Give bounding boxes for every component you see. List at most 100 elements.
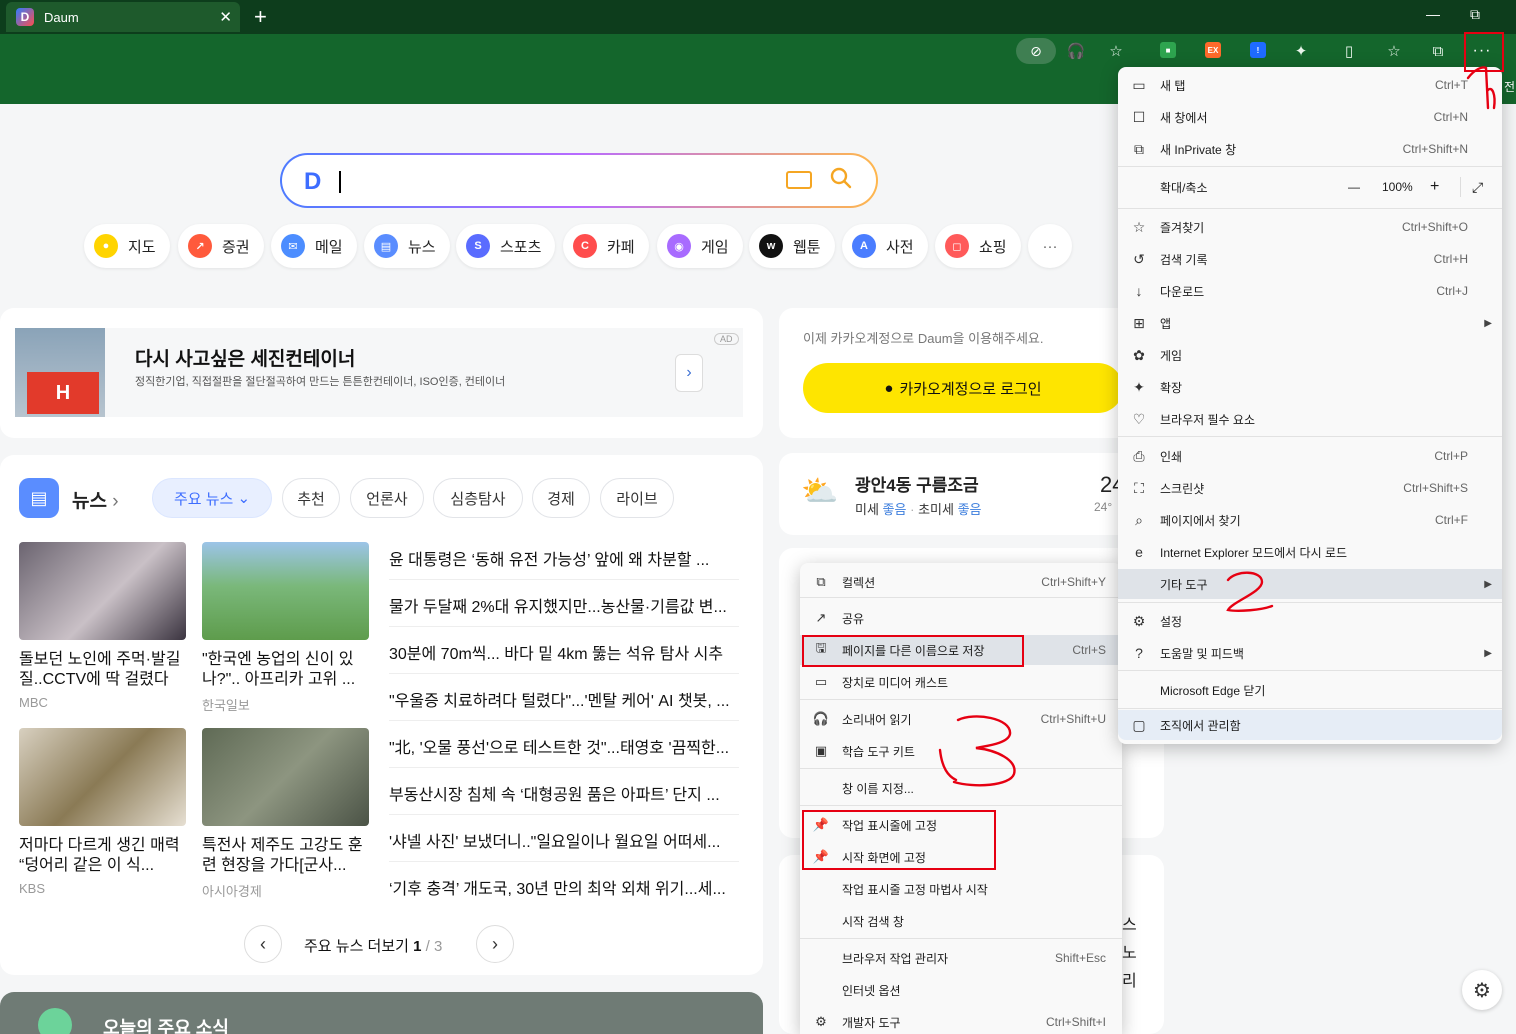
more-services-icon[interactable]: ···	[1028, 224, 1072, 268]
news-prev-button[interactable]: ‹	[244, 925, 282, 963]
tab-live[interactable]: 라이브	[600, 478, 674, 518]
tab-recommend[interactable]: 추천	[282, 478, 340, 518]
menu-item2-4[interactable]: ✿ 게임	[1118, 340, 1502, 370]
collections-icon[interactable]: ⧉	[1427, 40, 1449, 62]
menu-item3-1[interactable]: ⛶ 스크린샷 Ctrl+Shift+S	[1118, 473, 1502, 503]
today-banner[interactable]: 오늘의 주요 소식	[0, 992, 763, 1034]
submenu-item-12[interactable]: 인터넷 옵션	[800, 975, 1122, 1005]
submenu-item-0[interactable]: ⧉ 컬렉션 Ctrl+Shift+Y	[800, 567, 1122, 597]
news-thumb-1[interactable]	[19, 542, 186, 640]
submenu-item-11[interactable]: 브라우저 작업 관리자 Shift+Esc	[800, 943, 1122, 973]
headline-item[interactable]: ‘기후 충격’ 개도국, 30년 만의 최악 외채 위기...세...	[389, 875, 739, 899]
submenu-item-9[interactable]: 작업 표시줄 고정 마법사 시작	[800, 874, 1122, 904]
news-thumb-title-4[interactable]: 특전사 제주도 고강도 훈련 현장을 가다[군사...	[202, 836, 372, 876]
kakao-login-button[interactable]: ● 카카오계정으로 로그인	[803, 363, 1123, 413]
ad-next-icon[interactable]: ›	[675, 354, 703, 392]
extension-3-icon[interactable]: !	[1250, 42, 1266, 58]
split-screen-icon[interactable]: ▯	[1338, 40, 1360, 62]
full-screen-icon[interactable]: ⤢	[1472, 179, 1483, 196]
news-thumb-title-3[interactable]: 저마다 다르게 생긴 매력 “덩어리 같은 이 식...	[19, 836, 189, 876]
managed-by-org-item[interactable]: ▢ 조직에서 관리함	[1118, 710, 1502, 740]
page-settings-gear-icon[interactable]: ⚙	[1462, 970, 1502, 1010]
menu-item-1[interactable]: ☐ 새 창에서 Ctrl+N	[1118, 102, 1502, 132]
submenu-item-10[interactable]: 시작 검색 창	[800, 906, 1122, 936]
more-tools-menu-item[interactable]: 기타 도구 ▶	[1118, 569, 1502, 599]
news-thumb-3[interactable]	[19, 728, 186, 826]
submenu-item-1[interactable]: ↗ 공유	[800, 603, 1122, 633]
extension-1-icon[interactable]: ■	[1160, 42, 1176, 58]
extension-2-icon[interactable]: EX	[1205, 42, 1221, 58]
service-6[interactable]: ◉ 게임	[657, 224, 743, 268]
submenu-divider	[800, 699, 1122, 700]
minimize-icon[interactable]: —	[1426, 6, 1440, 22]
news-thumb-2[interactable]	[202, 542, 369, 640]
read-aloud-icon[interactable]: 🎧	[1065, 40, 1087, 62]
menu-divider	[1118, 708, 1502, 709]
menu-item-2[interactable]: ⧉ 새 InPrivate 창 Ctrl+Shift+N	[1118, 134, 1502, 164]
menu-item4-0[interactable]: ⚙ 설정	[1118, 606, 1502, 636]
menu-item2-2[interactable]: ↓ 다운로드 Ctrl+J	[1118, 276, 1502, 306]
service-2[interactable]: ✉ 메일	[271, 224, 357, 268]
menu-item2-1[interactable]: ↺ 검색 기록 Ctrl+H	[1118, 244, 1502, 274]
submenu-icon: ▭	[814, 674, 828, 689]
headline-item[interactable]: 부동산시장 침체 속 ‘대형공원 품은 아파트’ 단지 ...	[389, 781, 739, 805]
headline-item[interactable]: "北, '오물 풍선'으로 테스트한 것"...태영호 '끔찍한...	[389, 734, 739, 758]
tab-main-news[interactable]: 주요 뉴스 ⌄	[152, 478, 272, 518]
headline-item[interactable]: 물가 두달째 2%대 유지했지만...농산물·기름값 변...	[389, 593, 739, 617]
tab-daum[interactable]: D Daum ✕	[6, 2, 240, 32]
news-thumb-title-2[interactable]: "한국엔 농업의 신이 있나?".. 아프리카 고위 ...	[202, 650, 372, 690]
service-1[interactable]: ↗ 증권	[178, 224, 264, 268]
zoom-out-button[interactable]: —	[1348, 180, 1360, 194]
extensions-icon[interactable]: ✦	[1290, 40, 1312, 62]
close-tab-icon[interactable]: ✕	[219, 8, 232, 26]
service-7[interactable]: w 웹툰	[749, 224, 835, 268]
ad-image[interactable]: H	[15, 328, 105, 417]
news-more[interactable]: 주요 뉴스 더보기 1 / 3	[304, 935, 442, 956]
tab-economy[interactable]: 경제	[532, 478, 590, 518]
news-section-title[interactable]: 뉴스 ›	[72, 486, 119, 513]
submenu-item-label: 학습 도구 키트	[842, 744, 915, 759]
search-icon[interactable]	[830, 167, 852, 189]
search-input[interactable]	[339, 171, 341, 193]
menu-item2-5[interactable]: ✦ 확장	[1118, 372, 1502, 402]
news-thumb-title-1[interactable]: 돌보던 노인에 주먹·발길질..CCTV에 딱 걸렸다	[19, 650, 189, 690]
news-thumb-4[interactable]	[202, 728, 369, 826]
favorites-icon[interactable]: ☆	[1383, 40, 1405, 62]
service-8[interactable]: A 사전	[842, 224, 928, 268]
favorite-star-icon[interactable]: ☆	[1105, 40, 1127, 62]
menu-item2-6[interactable]: ♡ 브라우저 필수 요소	[1118, 404, 1502, 434]
menu-item3-3[interactable]: e Internet Explorer 모드에서 다시 로드	[1118, 537, 1502, 567]
weather-location[interactable]: 광안4동 구름조금	[855, 471, 979, 496]
headline-item[interactable]: 윤 대통령은 ‘동해 유전 가능성’ 앞에 왜 차분할 ...	[389, 546, 739, 570]
tab-press[interactable]: 언론사	[350, 478, 424, 518]
service-5[interactable]: C 카페	[563, 224, 649, 268]
submenu-item-13[interactable]: ⚙ 개발자 도구 Ctrl+Shift+I	[800, 1007, 1122, 1034]
menu-icon: ☆	[1132, 218, 1146, 235]
headline-item[interactable]: "우울증 치료하려다 털렸다"...'멘탈 케어' AI 챗봇, ...	[389, 687, 739, 711]
new-tab-button[interactable]: +	[254, 4, 267, 30]
service-4[interactable]: S 스포츠	[456, 224, 556, 268]
submenu-icon: ⧉	[816, 574, 826, 589]
headline-item[interactable]: '샤넬 사진' 보냈더니.."일요일이나 월요일 어떠세...	[389, 828, 739, 852]
tab-deep[interactable]: 심층탐사	[433, 478, 523, 518]
news-next-button[interactable]: ›	[476, 925, 514, 963]
service-0[interactable]: ● 지도	[84, 224, 170, 268]
menu-item4-1[interactable]: ? 도움말 및 피드백 ▶	[1118, 638, 1502, 668]
menu-item-0[interactable]: ▭ 새 탭 Ctrl+T	[1118, 70, 1502, 100]
ad-banner[interactable]: 다시 사고싶은 세진컨테이너 정직한기업, 직접절판을 절단절곡하여 만드는 튼…	[105, 328, 743, 417]
menu-item3-2[interactable]: ⌕ 페이지에서 찾기 Ctrl+F	[1118, 505, 1502, 535]
close-edge-menu-item[interactable]: Microsoft Edge 닫기	[1118, 675, 1502, 705]
menu-item2-3[interactable]: ⊞ 앱 ▶	[1118, 308, 1502, 338]
restore-icon[interactable]: ⧉	[1470, 6, 1480, 23]
keyboard-icon[interactable]	[786, 171, 812, 189]
submenu-item-3[interactable]: ▭ 장치로 미디어 캐스트	[800, 667, 1122, 697]
zoom-in-button[interactable]: +	[1430, 178, 1439, 196]
search-box[interactable]: D	[280, 153, 878, 208]
submenu-item-shortcut: Ctrl+S	[1072, 643, 1106, 657]
menu-item2-0[interactable]: ☆ 즐겨찾기 Ctrl+Shift+O	[1118, 212, 1502, 242]
tracking-prevention-icon[interactable]: ⊘	[1016, 38, 1056, 64]
headline-item[interactable]: 30분에 70m씩... 바다 밑 4km 뚫는 석유 탐사 시추	[389, 640, 739, 664]
menu-item3-0[interactable]: ⎙ 인쇄 Ctrl+P	[1118, 441, 1502, 471]
service-9[interactable]: ◻ 쇼핑	[935, 224, 1021, 268]
service-3[interactable]: ▤ 뉴스	[364, 224, 450, 268]
